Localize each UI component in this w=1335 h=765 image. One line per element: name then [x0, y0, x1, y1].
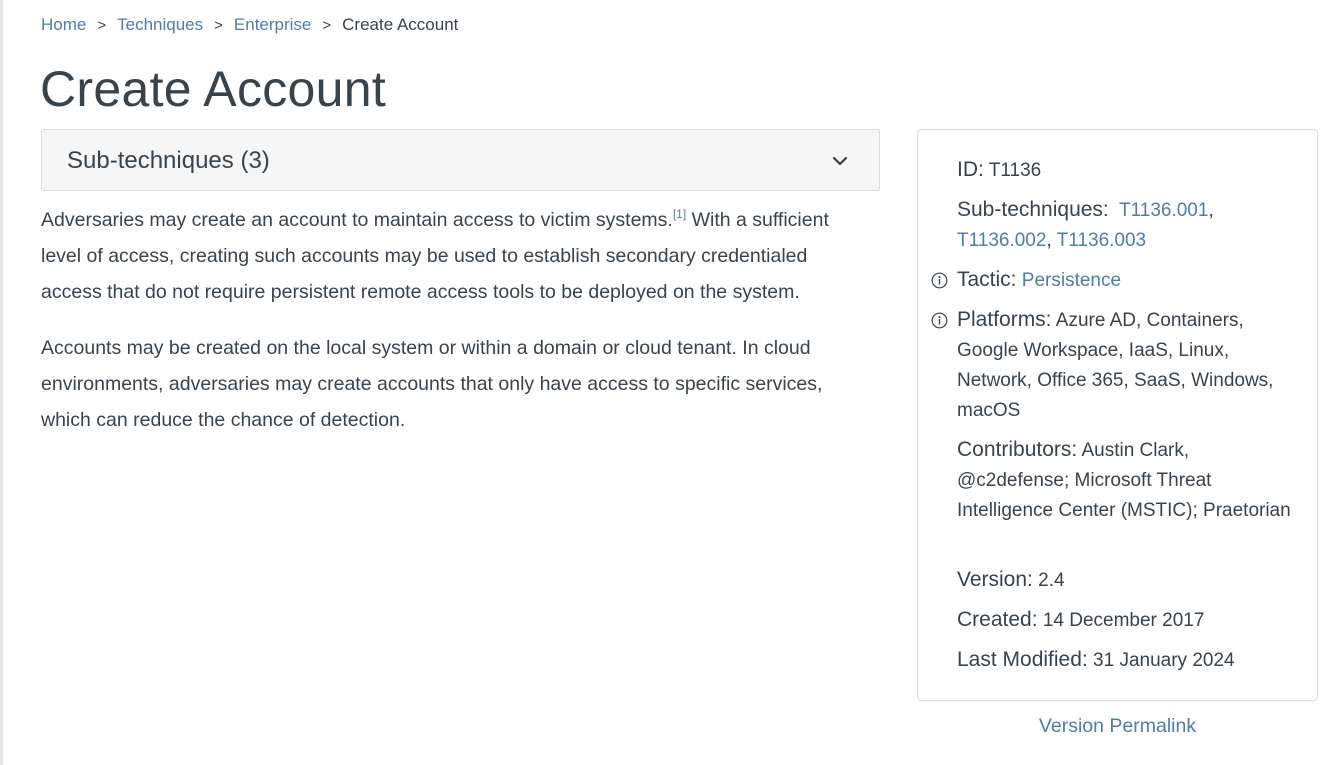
card-subtechniques-label: Sub-techniques:: [957, 198, 1109, 221]
breadcrumb-separator: >: [322, 17, 332, 34]
breadcrumb-techniques[interactable]: Techniques: [117, 15, 203, 34]
permalink-container: Version Permalink: [917, 712, 1318, 740]
card-contributors-row: Contributors: Austin Clark, @c2defense; …: [957, 435, 1297, 526]
breadcrumb-separator: >: [97, 17, 107, 34]
technique-description: Adversaries may create an account to mai…: [41, 202, 871, 458]
breadcrumb: Home > Techniques > Enterprise > Create Accoun…: [41, 13, 458, 38]
technique-page: Home > Techniques > Enterprise > Create Accoun…: [0, 0, 1335, 765]
card-contributors-label: Contributors:: [957, 438, 1078, 461]
card-tactic-row: Tactic: Persistence: [931, 265, 1297, 296]
tactic-link[interactable]: Persistence: [1022, 270, 1121, 291]
breadcrumb-current: Create Account: [342, 15, 459, 34]
subtechniques-toggle[interactable]: Sub-techniques (3): [41, 129, 880, 191]
chevron-down-icon: [832, 156, 848, 166]
breadcrumb-separator: >: [214, 17, 223, 34]
description-paragraph-1: Adversaries may create an account to mai…: [41, 202, 871, 310]
breadcrumb-enterprise[interactable]: Enterprise: [234, 15, 311, 34]
breadcrumb-home[interactable]: Home: [41, 15, 86, 34]
card-created-row: Created: 14 December 2017: [957, 605, 1297, 636]
subtechnique-link[interactable]: T1136.003: [1057, 230, 1146, 251]
card-tactic-label: Tactic:: [957, 268, 1017, 291]
description-text: Adversaries may create an account to mai…: [41, 209, 673, 231]
card-version-value: 2.4: [1038, 570, 1065, 591]
link-separator: ,: [1208, 200, 1214, 221]
info-circle-icon[interactable]: [931, 272, 948, 289]
card-modified-row: Last Modified: 31 January 2024: [957, 645, 1297, 676]
card-version-row: Version: 2.4: [957, 565, 1297, 596]
card-id-value: T1136: [988, 160, 1042, 181]
card-created-value: 14 December 2017: [1042, 610, 1205, 631]
info-circle-icon[interactable]: [931, 312, 948, 329]
link-separator: ,: [1046, 230, 1052, 251]
card-id-label: ID:: [957, 158, 984, 181]
subtechnique-link[interactable]: T1136.002: [957, 230, 1046, 251]
card-platforms-row: Platforms: Azure AD, Containers, Google …: [931, 305, 1297, 426]
subtechnique-link[interactable]: T1136.001: [1119, 200, 1208, 221]
description-paragraph-2: Accounts may be created on the local sys…: [41, 337, 823, 431]
card-subtechniques-row: Sub-techniques: T1136.001, T1136.002, T1…: [957, 195, 1297, 256]
card-platforms-label: Platforms:: [957, 308, 1052, 331]
version-permalink[interactable]: Version Permalink: [1039, 715, 1196, 737]
subtechniques-label: Sub-techniques (3): [67, 147, 270, 174]
technique-info-card: ID: T1136 Sub-techniques: T1136.001, T11…: [917, 129, 1318, 701]
card-modified-value: 31 January 2024: [1093, 650, 1235, 671]
card-modified-label: Last Modified:: [957, 648, 1088, 671]
citation-link[interactable]: [1]: [673, 207, 686, 221]
card-id-row: ID: T1136: [957, 155, 1297, 186]
card-created-label: Created:: [957, 608, 1038, 631]
card-version-label: Version:: [957, 568, 1033, 591]
page-title: Create Account: [40, 61, 387, 117]
